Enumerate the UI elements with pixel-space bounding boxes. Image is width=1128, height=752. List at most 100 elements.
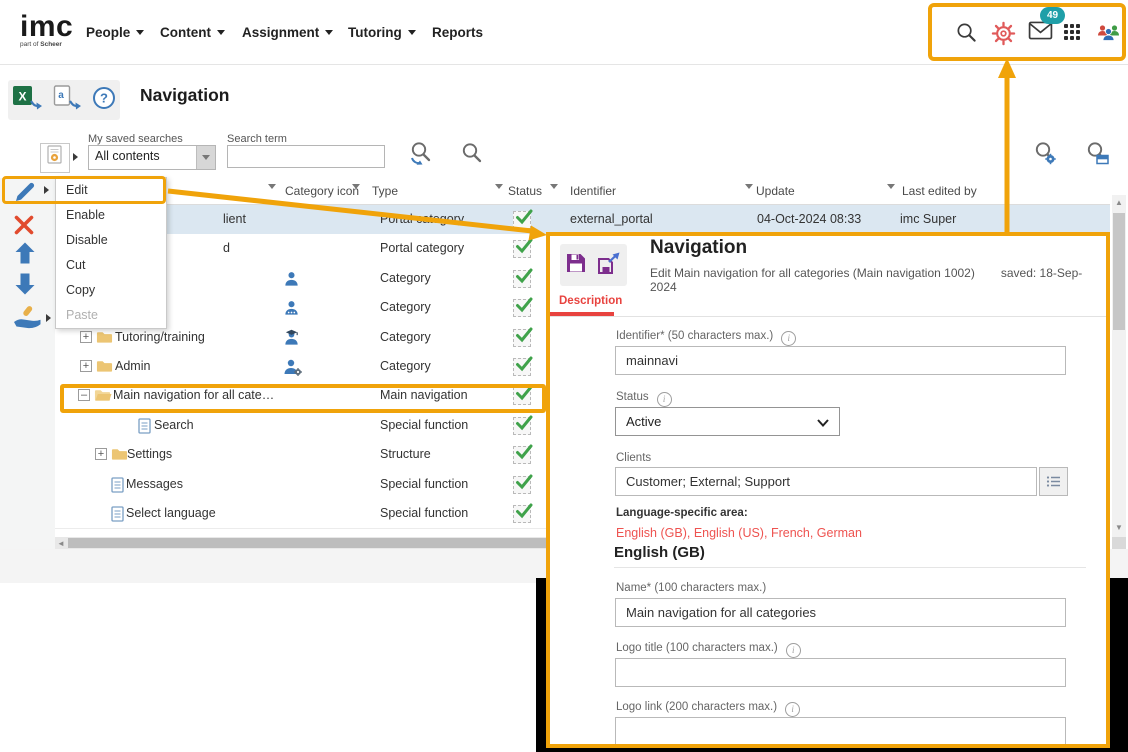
- info-icon[interactable]: i: [786, 643, 801, 658]
- menu-item-edit[interactable]: Edit: [56, 178, 166, 203]
- folder-icon: [96, 359, 113, 378]
- status-select[interactable]: Active: [615, 407, 840, 436]
- logo-link-input[interactable]: [615, 717, 1066, 746]
- row-type: Special function: [380, 477, 468, 491]
- status-active-checkbox[interactable]: [513, 240, 531, 258]
- save-and-close-icon[interactable]: [596, 251, 623, 280]
- chevron-down-icon: [817, 419, 829, 427]
- edit-flyout-icon[interactable]: [44, 186, 49, 194]
- excel-export-icon[interactable]: X: [12, 85, 43, 116]
- save-icon[interactable]: [564, 251, 588, 280]
- column-header-identifier[interactable]: Identifier: [570, 184, 616, 198]
- expand-icon[interactable]: +: [80, 331, 92, 343]
- row-name[interactable]: Select language: [126, 506, 216, 520]
- assign-flyout-icon[interactable]: [46, 314, 51, 322]
- row-name[interactable]: lient: [223, 212, 246, 226]
- language-link-english-us-[interactable]: English (US): [694, 526, 764, 540]
- search-icon[interactable]: [460, 141, 484, 170]
- document-export-icon[interactable]: a: [53, 85, 82, 116]
- menu-people[interactable]: People: [86, 0, 144, 64]
- app-grid-icon[interactable]: [1064, 21, 1080, 40]
- status-active-checkbox[interactable]: [513, 476, 531, 494]
- delete-icon[interactable]: [12, 213, 36, 242]
- expand-icon[interactable]: +: [95, 448, 107, 460]
- search-term-input[interactable]: [227, 145, 385, 168]
- status-active-checkbox[interactable]: [513, 387, 531, 405]
- menu-tutoring[interactable]: Tutoring: [348, 0, 416, 64]
- search-icon[interactable]: [955, 21, 978, 49]
- menu-label: People: [86, 25, 130, 40]
- mail-count-badge: 49: [1040, 7, 1065, 24]
- messages-envelope-icon[interactable]: 49: [1028, 21, 1053, 45]
- row-name[interactable]: Messages: [126, 477, 183, 491]
- row-name[interactable]: Main navigation for all cate…: [113, 388, 274, 402]
- move-down-icon[interactable]: [12, 271, 38, 302]
- status-active-checkbox[interactable]: [513, 417, 531, 435]
- info-icon[interactable]: i: [657, 392, 672, 407]
- column-header-last-edited-by[interactable]: Last edited by: [902, 184, 977, 198]
- menu-item-disable[interactable]: Disable: [56, 228, 166, 253]
- menu-assignment[interactable]: Assignment: [242, 0, 333, 64]
- status-active-checkbox[interactable]: [513, 270, 531, 288]
- clients-list-button[interactable]: [1039, 467, 1068, 496]
- status-active-checkbox[interactable]: [513, 329, 531, 347]
- scrollbar-corner: [1112, 537, 1126, 549]
- scroll-down-icon[interactable]: ▼: [1112, 523, 1126, 532]
- move-up-icon[interactable]: [12, 240, 38, 271]
- clients-input[interactable]: [615, 467, 1037, 496]
- run-saved-search-icon[interactable]: [408, 140, 434, 172]
- status-active-checkbox[interactable]: [513, 211, 531, 229]
- status-active-checkbox[interactable]: [513, 446, 531, 464]
- page-header-row: Xa? Navigation: [0, 65, 1128, 129]
- table-row-lient[interactable]: lientPortal categoryexternal_portal04-Oc…: [55, 205, 1110, 235]
- saved-searches-dropdown[interactable]: All contents: [88, 145, 216, 170]
- menu-item-cut[interactable]: Cut: [56, 253, 166, 278]
- status-active-checkbox[interactable]: [513, 299, 531, 317]
- row-name[interactable]: Tutoring/training: [115, 330, 205, 344]
- column-header-update[interactable]: Update: [756, 184, 795, 198]
- assign-hand-icon[interactable]: [12, 305, 42, 335]
- language-link-german[interactable]: German: [817, 526, 862, 540]
- column-header-status[interactable]: Status: [508, 184, 542, 198]
- vertical-scroll-thumb[interactable]: [1113, 213, 1125, 330]
- logo-title-label: Logo title (100 characters max.)i: [616, 642, 801, 658]
- settings-gear-icon[interactable]: [991, 21, 1016, 51]
- menu-item-copy[interactable]: Copy: [56, 278, 166, 303]
- search-user-icon[interactable]: [1084, 140, 1110, 171]
- row-name[interactable]: Settings: [127, 447, 172, 461]
- menu-item-enable[interactable]: Enable: [56, 203, 166, 228]
- svg-text:X: X: [18, 89, 26, 103]
- edit-pencil-icon[interactable]: [12, 179, 38, 210]
- panel-title: Navigation: [650, 237, 747, 259]
- saved-searches-dropdown-button[interactable]: [196, 146, 215, 169]
- tab-description[interactable]: Description: [559, 295, 622, 307]
- collapse-icon[interactable]: –: [78, 389, 90, 401]
- help-icon[interactable]: ?: [92, 86, 116, 115]
- row-name[interactable]: Admin: [115, 359, 150, 373]
- info-icon[interactable]: i: [781, 331, 796, 346]
- imc-logo[interactable]: imc part of Scheer: [20, 13, 73, 48]
- status-active-checkbox[interactable]: [513, 505, 531, 523]
- scroll-up-icon[interactable]: ▲: [1112, 198, 1126, 207]
- row-name[interactable]: d: [223, 241, 230, 255]
- column-header-category-icon[interactable]: Category icon: [285, 184, 359, 198]
- expand-icon[interactable]: +: [80, 360, 92, 372]
- column-header-type[interactable]: Type: [372, 184, 398, 198]
- saved-search-flyout-icon[interactable]: [73, 153, 78, 161]
- menu-content[interactable]: Content: [160, 0, 225, 64]
- identifier-input[interactable]: [615, 346, 1066, 375]
- language-link-french[interactable]: French: [771, 526, 810, 540]
- info-icon[interactable]: i: [785, 702, 800, 717]
- community-icon[interactable]: [1096, 21, 1121, 48]
- language-area-label: Language-specific area:: [616, 507, 748, 519]
- saved-search-settings-button[interactable]: [40, 143, 70, 173]
- language-link-english-gb-[interactable]: English (GB): [616, 526, 687, 540]
- row-name[interactable]: Search: [154, 418, 194, 432]
- scroll-left-icon[interactable]: ◄: [56, 539, 66, 548]
- vertical-scrollbar[interactable]: ▲ ▼: [1112, 195, 1126, 537]
- name-input[interactable]: [615, 598, 1066, 627]
- status-active-checkbox[interactable]: [513, 358, 531, 376]
- search-admin-icon[interactable]: [1032, 140, 1058, 171]
- logo-title-input[interactable]: [615, 658, 1066, 687]
- menu-reports[interactable]: Reports: [432, 0, 483, 64]
